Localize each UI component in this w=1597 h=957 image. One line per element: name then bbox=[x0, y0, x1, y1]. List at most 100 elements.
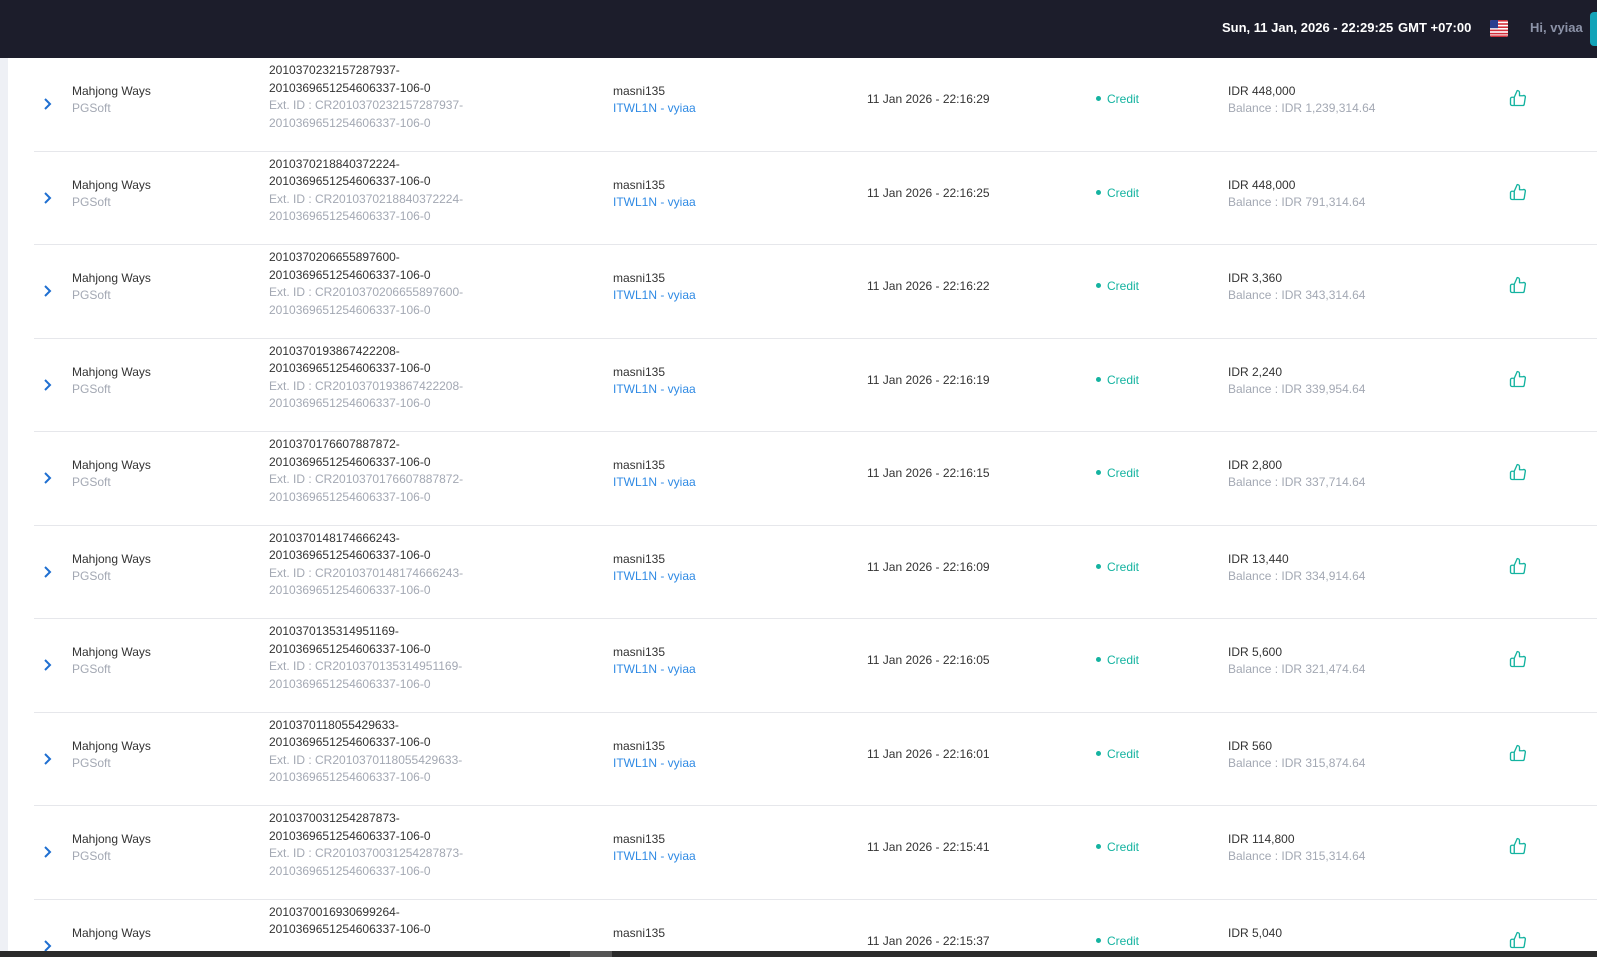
chevron-right-icon[interactable] bbox=[42, 97, 54, 111]
sidebar-gap bbox=[0, 58, 8, 957]
chevron-right-icon[interactable] bbox=[42, 191, 54, 205]
user-cell: masni135 bbox=[613, 925, 665, 942]
chevron-right-icon[interactable] bbox=[42, 378, 54, 392]
status-dot-icon bbox=[1096, 283, 1101, 289]
thumbs-up-icon[interactable] bbox=[1509, 276, 1527, 294]
transaction-time: 11 Jan 2026 - 22:16:25 bbox=[867, 185, 990, 200]
status-label: Credit bbox=[1107, 746, 1140, 761]
status-label: Credit bbox=[1107, 279, 1140, 293]
transaction-time: 11 Jan 2026 - 22:16:29 bbox=[867, 92, 990, 106]
game-cell: Mahjong Ways PGSoft bbox=[72, 551, 151, 585]
table-row[interactable]: Mahjong Ways 2010370016930699264- 20103696… bbox=[34, 900, 1597, 957]
agent-link[interactable]: ITWL1N - vyiaa bbox=[613, 474, 696, 491]
thumbs-up-icon[interactable] bbox=[1509, 89, 1527, 107]
table-row[interactable]: Mahjong Ways PGSoft 2010370031254287873- 20… bbox=[34, 806, 1597, 900]
thumbs-up-icon[interactable] bbox=[1509, 463, 1527, 481]
transaction-id-cell: 2010370031254287873- 2010369651254606337-… bbox=[269, 810, 463, 880]
game-name: Mahjong Ways bbox=[72, 271, 151, 285]
agent-link[interactable]: ITWL1N - vyiaa bbox=[613, 848, 696, 865]
status-badge: Credit bbox=[1096, 560, 1139, 574]
thumbs-up-icon[interactable] bbox=[1509, 370, 1527, 388]
game-name: Mahjong Ways bbox=[72, 84, 151, 98]
username: masni135 bbox=[613, 458, 666, 472]
user-cell: masni135 ITWL1N - vyiaa bbox=[613, 270, 696, 304]
status-dot-icon bbox=[1096, 376, 1101, 382]
transaction-id-line1: 2010370206655897600- bbox=[269, 250, 400, 264]
status-badge: Credit bbox=[1096, 934, 1139, 948]
table-row[interactable]: Mahjong Ways PGSoft 2010370135314951169- 20… bbox=[34, 619, 1597, 713]
scrollbar-thumb[interactable] bbox=[570, 951, 612, 957]
game-provider: PGSoft bbox=[72, 381, 111, 396]
amount-cell: IDR 13,440 Balance : IDR 334,914.64 bbox=[1228, 551, 1365, 585]
table-row[interactable]: Mahjong Ways PGSoft 2010370193867422208- 20… bbox=[34, 339, 1597, 432]
user-menu-button[interactable] bbox=[1590, 12, 1597, 46]
transaction-id-cell: 2010370176607887872- 2010369651254606337-… bbox=[269, 436, 463, 506]
table-row[interactable]: Mahjong Ways PGSoft 2010370148174666243- 20… bbox=[34, 526, 1597, 619]
transaction-id-line1: 2010370193867422208- bbox=[269, 343, 400, 358]
us-flag-icon[interactable] bbox=[1490, 20, 1508, 37]
thumbs-up-icon[interactable] bbox=[1509, 650, 1527, 668]
chevron-right-icon[interactable] bbox=[42, 565, 54, 579]
balance-value: Balance : IDR 339,954.64 bbox=[1228, 381, 1366, 396]
status-dot-icon bbox=[1096, 189, 1101, 195]
game-cell: Mahjong Ways PGSoft bbox=[72, 83, 151, 117]
transaction-id-cell: 2010370206655897600- 2010369651254606337-… bbox=[269, 249, 463, 319]
thumbs-up-icon[interactable] bbox=[1509, 183, 1527, 201]
user-greeting[interactable]: Hi, vyiaa bbox=[1530, 20, 1583, 35]
status-label: Credit bbox=[1107, 466, 1140, 480]
agent-link[interactable]: ITWL1N - vyiaa bbox=[613, 661, 696, 678]
external-id-line2: 2010369651254606337-106-0 bbox=[269, 770, 431, 784]
transaction-id-line1: 2010370031254287873- bbox=[269, 811, 400, 825]
status-label: Credit bbox=[1107, 185, 1140, 200]
thumbs-up-icon[interactable] bbox=[1509, 837, 1527, 855]
game-name: Mahjong Ways bbox=[72, 458, 151, 472]
external-id-line2: 2010369651254606337-106-0 bbox=[269, 115, 431, 130]
transaction-id-cell: 2010370232157287937- 2010369651254606337-… bbox=[269, 62, 463, 132]
external-id-line2: 2010369651254606337-106-0 bbox=[269, 396, 431, 410]
amount-cell: IDR 5,040 bbox=[1228, 925, 1282, 942]
transaction-id-cell: 2010370193867422208- 2010369651254606337-… bbox=[269, 343, 463, 413]
status-dot-icon bbox=[1096, 563, 1101, 569]
external-id-line1: Ext. ID : CR2010370193867422208- bbox=[269, 378, 464, 393]
game-cell: Mahjong Ways PGSoft bbox=[72, 364, 151, 398]
balance-value: Balance : IDR 343,314.64 bbox=[1228, 288, 1366, 302]
transaction-id-line2: 2010369651254606337-106-0 bbox=[269, 174, 431, 188]
agent-link[interactable]: ITWL1N - vyiaa bbox=[613, 194, 696, 211]
game-name: Mahjong Ways bbox=[72, 738, 151, 753]
transactions-panel: Mahjong Ways PGSoft 2010370232157287937- 20… bbox=[8, 58, 1597, 957]
balance-value: Balance : IDR 791,314.64 bbox=[1228, 194, 1366, 209]
chevron-right-icon[interactable] bbox=[42, 658, 54, 672]
status-badge: Credit bbox=[1096, 466, 1139, 480]
chevron-right-icon[interactable] bbox=[42, 752, 54, 766]
transaction-id-line2: 2010369651254606337-106-0 bbox=[269, 80, 431, 95]
amount-cell: IDR 5,600 Balance : IDR 321,474.64 bbox=[1228, 644, 1365, 678]
table-row[interactable]: Mahjong Ways PGSoft 2010370176607887872- 20… bbox=[34, 432, 1597, 526]
agent-link[interactable]: ITWL1N - vyiaa bbox=[613, 100, 696, 117]
chevron-right-icon[interactable] bbox=[42, 471, 54, 485]
table-row[interactable]: Mahjong Ways PGSoft 2010370118055429633- 20… bbox=[34, 713, 1597, 806]
agent-link[interactable]: ITWL1N - vyiaa bbox=[613, 568, 696, 585]
transaction-time: 11 Jan 2026 - 22:16:05 bbox=[867, 653, 990, 667]
thumbs-up-icon[interactable] bbox=[1509, 744, 1527, 762]
amount-value: IDR 448,000 bbox=[1228, 177, 1296, 192]
thumbs-up-icon[interactable] bbox=[1509, 557, 1527, 575]
status-dot-icon bbox=[1096, 844, 1101, 850]
game-name: Mahjong Ways bbox=[72, 925, 151, 940]
agent-link[interactable]: ITWL1N - vyiaa bbox=[613, 755, 696, 772]
chevron-right-icon[interactable] bbox=[42, 284, 54, 298]
horizontal-scrollbar[interactable] bbox=[0, 951, 1597, 957]
amount-value: IDR 2,240 bbox=[1228, 364, 1283, 379]
game-provider: PGSoft bbox=[72, 849, 111, 863]
game-provider: PGSoft bbox=[72, 568, 111, 583]
thumbs-up-icon[interactable] bbox=[1509, 931, 1527, 949]
agent-link[interactable]: ITWL1N - vyiaa bbox=[613, 287, 696, 304]
table-row[interactable]: Mahjong Ways PGSoft 2010370206655897600- 20… bbox=[34, 245, 1597, 339]
transaction-id-line1: 2010370016930699264- bbox=[269, 904, 400, 919]
username: masni135 bbox=[613, 645, 666, 659]
table-row[interactable]: Mahjong Ways PGSoft 2010370218840372224- 20… bbox=[34, 152, 1597, 245]
table-row[interactable]: Mahjong Ways PGSoft 2010370232157287937- 20… bbox=[34, 58, 1597, 152]
agent-link[interactable]: ITWL1N - vyiaa bbox=[613, 381, 696, 398]
game-name: Mahjong Ways bbox=[72, 832, 151, 846]
status-dot-icon bbox=[1096, 750, 1101, 756]
chevron-right-icon[interactable] bbox=[42, 845, 54, 859]
